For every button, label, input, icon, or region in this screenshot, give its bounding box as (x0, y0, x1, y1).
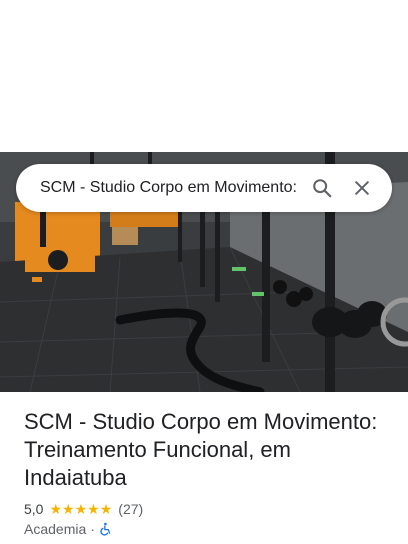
place-title[interactable]: SCM - Studio Corpo em Movimento: Treinam… (24, 408, 394, 492)
rating-value: 5,0 (24, 501, 44, 517)
rating-row[interactable]: 5,0 ★ ★ ★ ★ ★ (27) (24, 500, 143, 518)
star-icon: ★ (62, 501, 75, 517)
search-button[interactable] (302, 168, 342, 208)
star-icon: ★ (49, 501, 63, 517)
close-icon (355, 181, 369, 195)
wheelchair-icon (99, 522, 113, 536)
review-count[interactable]: (27) (118, 501, 143, 517)
search-icon (313, 179, 332, 198)
category-row: Academia · (24, 520, 113, 538)
star-icon: ★ (99, 501, 113, 517)
close-button[interactable] (342, 168, 382, 208)
place-info-panel: SCM - Studio Corpo em Movimento: Treinam… (0, 392, 408, 544)
category-label: Academia (24, 521, 87, 537)
search-bar[interactable]: SCM - Studio Corpo em Movimento: (16, 164, 392, 212)
star-icon: ★ (87, 501, 100, 517)
separator-dot: · (90, 521, 95, 537)
search-input[interactable]: SCM - Studio Corpo em Movimento: (40, 179, 302, 197)
star-rating: ★ ★ ★ ★ ★ (49, 502, 112, 516)
blank-area (0, 0, 408, 152)
star-icon: ★ (74, 501, 88, 517)
